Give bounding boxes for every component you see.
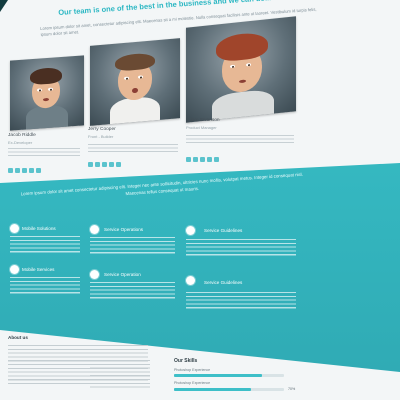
linkedin-icon[interactable] [200, 157, 205, 162]
service-text [186, 292, 296, 310]
dribbble-icon[interactable] [214, 157, 219, 162]
service-icon [186, 226, 195, 235]
about-title: About us [8, 335, 28, 340]
team-photo-2 [90, 38, 180, 126]
team-photo-1 [10, 55, 84, 131]
service-title: Mobile Services [22, 267, 55, 272]
skill-bar-track [174, 374, 284, 377]
skill-bar-track [174, 388, 284, 391]
skill-bar-fill [174, 374, 262, 377]
team-member-name: Jacob Riddle [8, 133, 36, 138]
twitter-icon[interactable] [95, 162, 100, 167]
service-icon [10, 265, 19, 274]
service-text [186, 239, 296, 257]
facebook-icon[interactable] [88, 162, 93, 167]
team-member-bio [186, 135, 294, 145]
skill-bar-fill [174, 388, 251, 391]
service-icon [186, 276, 195, 285]
twitter-icon[interactable] [193, 157, 198, 162]
about-text-secondary [90, 360, 150, 390]
service-title: Mobile Solutions [22, 226, 56, 231]
service-title: Service Operations [104, 227, 144, 232]
service-icon [90, 270, 99, 279]
dribbble-icon[interactable] [36, 168, 41, 173]
dribbble-icon[interactable] [116, 162, 121, 167]
service-icon [90, 225, 99, 234]
service-title: Service Operation [104, 272, 141, 277]
webpage: Our team is one of the best in the busin… [0, 0, 400, 400]
team-member-socials [186, 157, 219, 162]
team-member-name: Jerry Cooper [88, 127, 116, 132]
service-text [90, 237, 175, 255]
team-member-role: Ex-Developer [8, 140, 33, 145]
google-plus-icon[interactable] [109, 162, 114, 167]
team-member-bio [88, 144, 178, 154]
team-member-socials [88, 162, 121, 167]
service-title: Service Guidelines [204, 228, 243, 233]
team-member-role: Front - Builder [88, 134, 114, 139]
team-member-role: Product Manager [186, 125, 217, 130]
skills-title: Our Skills [174, 358, 198, 364]
skill-percent: 70% [288, 387, 296, 391]
skill-label: Photoshop Experience [174, 368, 211, 372]
linkedin-icon[interactable] [102, 162, 107, 167]
team-member-name: Adam Swanson [186, 118, 220, 123]
google-plus-icon[interactable] [207, 157, 212, 162]
google-plus-icon[interactable] [29, 168, 34, 173]
team-photo-3 [186, 16, 296, 123]
facebook-icon[interactable] [186, 157, 191, 162]
skill-label: Photoshop Experience [174, 381, 211, 385]
service-text [10, 236, 80, 254]
linkedin-icon[interactable] [22, 168, 27, 173]
team-member-bio [8, 148, 80, 158]
service-icon [10, 224, 19, 233]
service-title: Service Guidelines [204, 280, 243, 285]
facebook-icon[interactable] [8, 168, 13, 173]
service-text [90, 282, 175, 300]
twitter-icon[interactable] [15, 168, 20, 173]
service-text [10, 277, 80, 295]
team-member-socials [8, 168, 41, 173]
